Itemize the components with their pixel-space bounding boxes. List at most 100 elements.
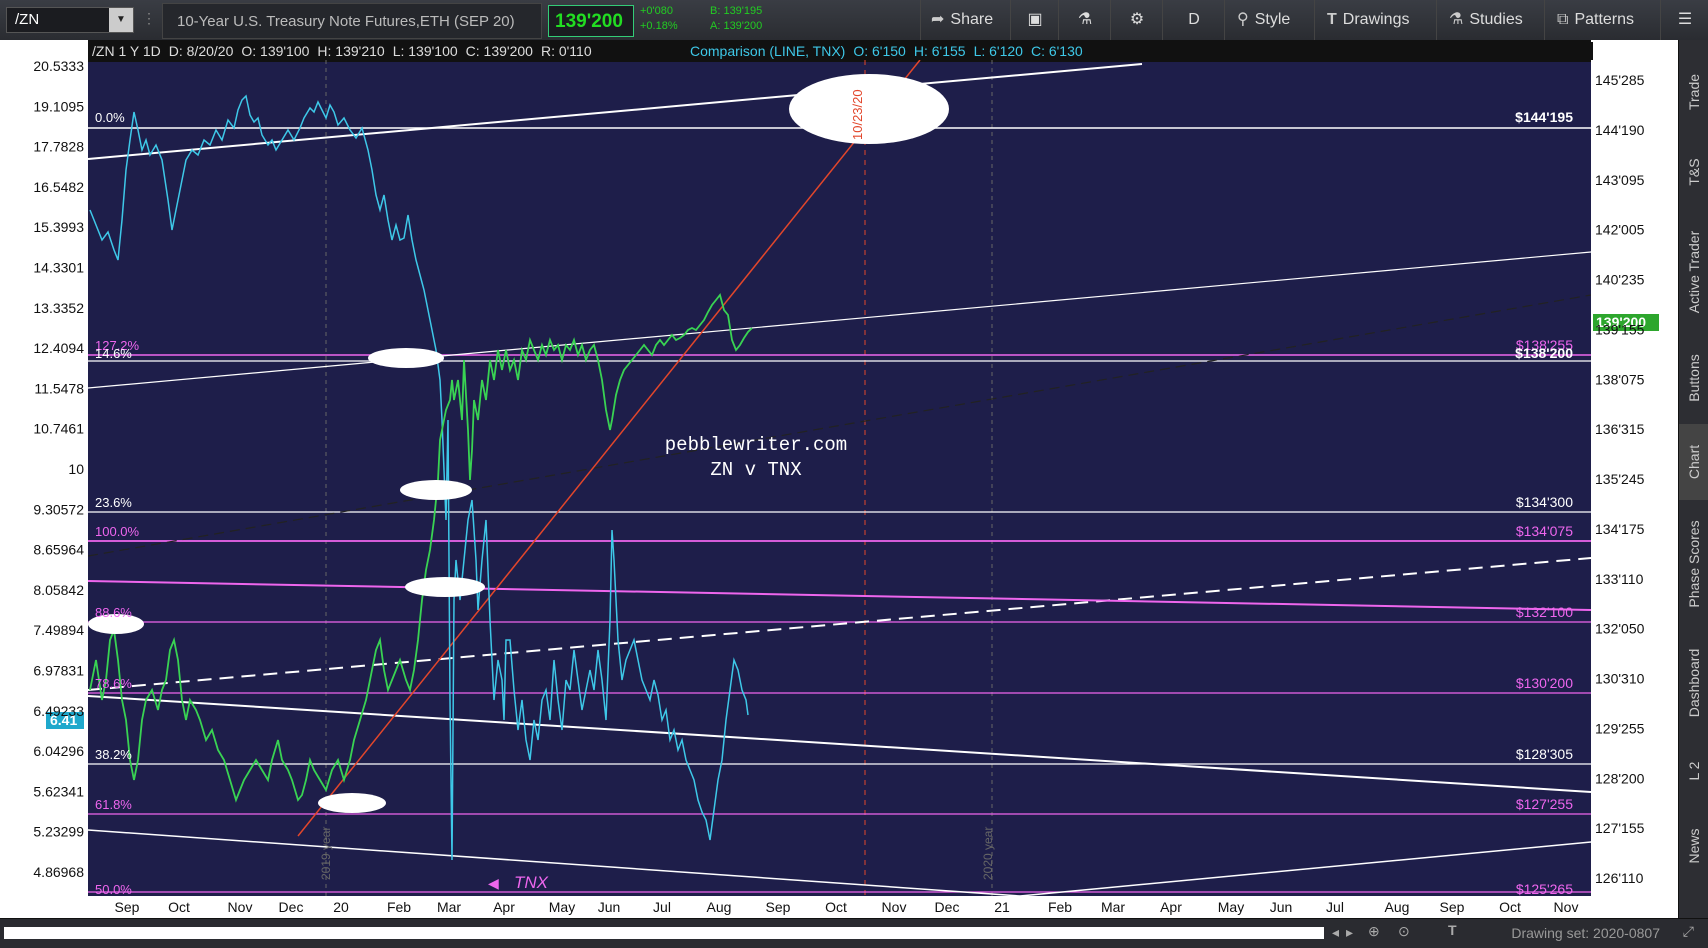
date-marker-label: 10/23/20 [850,89,865,140]
fib-pct-label: 88.6% [95,605,132,620]
year-marker-label-2020: 2020 year [981,827,995,880]
style-button[interactable]: ⚲ Style [1224,0,1315,40]
left-tick-label: 12.4094 [33,340,84,356]
left-tick-label: 4.86968 [33,864,84,880]
style-icon: ⚲ [1237,11,1249,28]
x-tick-label: Jun [1270,899,1293,915]
fib-price-label: $132'100 [1516,604,1573,620]
x-tick-label: Feb [387,899,411,915]
x-tick-label: Nov [228,899,253,915]
x-tick-label: 20 [333,899,349,915]
left-tick-label: 6.97831 [33,663,84,679]
highlight-ellipse-1 [368,348,444,368]
patterns-button[interactable]: ⧉ Patterns [1544,0,1661,40]
aggregation-button[interactable]: D [1162,0,1225,40]
tnx-comparison-label: TNX [514,873,549,892]
left-tick-label: 17.7828 [33,139,84,155]
right-tick-label: 129'255 [1595,720,1645,736]
tab-phase-scores[interactable]: Phase Scores [1679,504,1708,624]
text-tool-icon: T [1327,11,1337,28]
right-tick-label: 145'285 [1595,72,1645,88]
x-tick-label: Mar [1101,899,1125,915]
fib-price-label: $125'265 [1516,881,1573,897]
left-tick-label: 7.49894 [33,622,84,638]
right-tick-label: 138'075 [1595,371,1645,387]
right-tick-label: 139'155 [1595,321,1645,337]
zoom-icon[interactable]: ⊙ [1398,923,1410,940]
scroll-left-icon[interactable]: ◂ [1332,924,1339,941]
crosshair-icon[interactable]: ⊕ [1368,923,1380,940]
tab-ts[interactable]: T&S [1679,136,1708,208]
tab-buttons[interactable]: Buttons [1679,336,1708,420]
left-tick-label: 19.1095 [33,98,84,114]
fib-pct-label: 23.6% [95,495,132,510]
fib-price-label: $144'195 [1515,109,1573,125]
chart-scrollbar[interactable] [4,927,1324,939]
right-tick-label: 126'110 [1595,870,1644,886]
tab-active-trader[interactable]: Active Trader [1679,212,1708,332]
x-tick-label: Jul [1326,899,1344,915]
x-tick-label: 21 [994,899,1010,915]
price-chart[interactable]: 10/23/20 2019 year 2020 year pebblewrite… [0,40,1678,918]
fib-price-label: $128'305 [1516,746,1573,762]
settings-button[interactable]: ⚙ [1110,0,1163,40]
x-tick-label: Sep [766,899,791,915]
link-icon[interactable]: ⋮ [142,10,156,27]
scroll-right-icon[interactable]: ▸ [1346,924,1353,941]
symbol-text: /ZN [15,11,40,28]
highlight-ellipse-3 [405,577,485,597]
left-tick-label: 6.49233 [33,703,84,719]
expand-icon[interactable]: ⤢ [1683,923,1694,940]
x-tick-label: Nov [882,899,907,915]
right-tick-label: 130'310 [1595,671,1645,687]
menu-button[interactable]: ☰ [1660,0,1708,40]
tab-news[interactable]: News [1679,806,1708,886]
studies-icon: ⚗ [1449,11,1464,28]
x-tick-label: Aug [1385,899,1410,915]
snapshot-button[interactable]: ▣ [1010,0,1059,40]
right-tick-label: 143'095 [1595,172,1645,188]
symbol-selector[interactable]: /ZN ▼ [6,7,134,33]
fib-pct-label: 50.0% [95,882,132,897]
x-tick-label: Apr [1160,899,1182,915]
x-tick-label: May [1218,899,1244,915]
tab-chart[interactable]: Chart [1679,424,1708,500]
text-tool-icon[interactable]: T [1448,922,1457,938]
left-tick-label: 6.04296 [33,743,84,759]
left-tick-label: 15.3993 [33,219,84,235]
tab-dashboard[interactable]: Dashboard [1679,628,1708,738]
right-tick-label: 142'005 [1595,222,1645,238]
change-values: +0'080 +0.18% [640,4,678,34]
fib-pct-label: 78.6% [95,676,132,691]
x-tick-label: Oct [825,899,847,915]
bid-value: B: 139'195 [710,5,763,17]
studies-button[interactable]: ⚗ Studies [1436,0,1545,40]
fib-price-label: $134'075 [1516,523,1573,539]
chart-header-text: /ZN 1 Y 1D D: 8/20/20 O: 139'100 H: 139'210… [90,42,1593,60]
symbol-dropdown-icon[interactable]: ▼ [109,8,133,32]
tab-trade[interactable]: Trade [1679,52,1708,132]
fib-price-label: $127'255 [1516,796,1573,812]
patterns-icon: ⧉ [1557,11,1569,28]
left-tick-label: 20.5333 [33,58,84,74]
chart-area[interactable]: 10/23/20 2019 year 2020 year pebblewrite… [0,40,1678,918]
drawings-button[interactable]: T Drawings [1314,0,1437,40]
left-tick-label: 10.7461 [33,421,84,437]
x-tick-label: Sep [115,899,140,915]
right-tick-label: 134'175 [1595,521,1645,537]
tab-l2[interactable]: L 2 [1679,740,1708,802]
left-tick-label: 14.3301 [33,260,84,276]
x-tick-label: Feb [1048,899,1072,915]
fib-pct-label: 14.6% [95,346,132,361]
symbol-description-box: 10-Year U.S. Treasury Note Futures,ETH (… [162,3,542,39]
flask-button[interactable]: ⚗ [1058,0,1111,40]
highlight-ellipse-top [789,74,949,144]
snapshot-icon: ▣ [1027,11,1043,28]
last-price-box: 139'200 [548,5,634,37]
share-button[interactable]: ➦ Share [920,0,1009,40]
fib-price-label: $130'200 [1516,675,1573,691]
tnx-arrow-icon[interactable]: ◀ [488,875,499,891]
year-marker-label-2019: 2019 year [319,827,333,880]
drawing-set-label[interactable]: Drawing set: 2020-0807 [1511,925,1660,941]
left-tick-label: 16.5482 [33,179,84,195]
